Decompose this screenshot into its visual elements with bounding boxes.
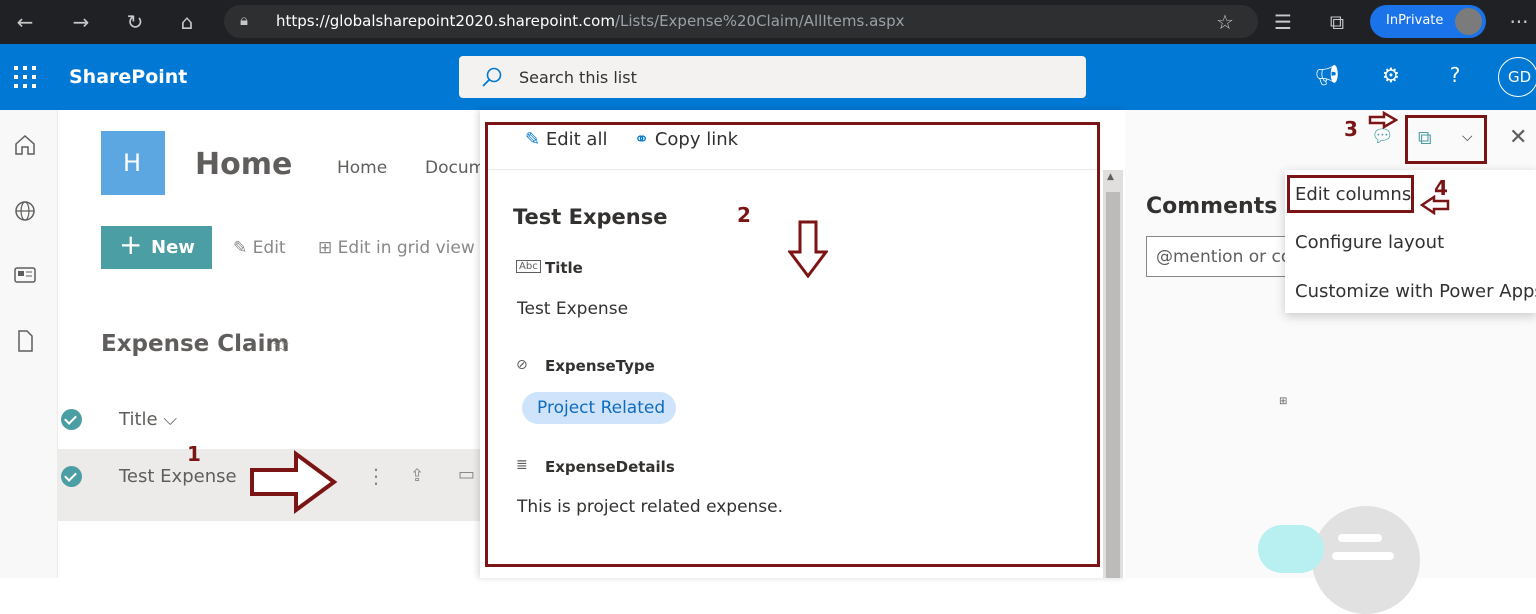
menu-item-configure-layout[interactable]: Configure layout [1295, 232, 1444, 253]
news-icon[interactable] [12, 262, 38, 288]
globe-icon[interactable] [12, 198, 38, 224]
back-icon[interactable]: ← [10, 8, 40, 36]
annotation-arrow-left [1420, 195, 1450, 215]
chevron-down-icon: ⌵ [163, 409, 177, 430]
forward-icon[interactable]: → [66, 8, 96, 36]
url-text: https://globalsharepoint2020.sharepoint.… [276, 12, 905, 30]
star-icon[interactable]: ☆ [272, 333, 290, 357]
address-bar[interactable]: 🔒︎ https://globalsharepoint2020.sharepoi… [224, 5, 1258, 38]
nav-link-documents[interactable]: Docum [425, 158, 485, 178]
annotation-3: 3 [1344, 117, 1358, 141]
annotation-box-2 [485, 122, 1100, 567]
comments-toggle-icon[interactable]: 💬︎ [1371, 126, 1394, 147]
comments-illustration-bubble [1258, 525, 1324, 573]
lock-icon: 🔒︎ [240, 11, 248, 29]
search-placeholder: Search this list [519, 68, 637, 87]
settings-gear-icon[interactable]: ⚙ [1376, 63, 1406, 87]
nav-link-home[interactable]: Home [337, 158, 387, 178]
annotation-box-3 [1405, 115, 1487, 164]
home-icon[interactable] [12, 132, 38, 158]
megaphone-icon[interactable]: 📢︎ [1312, 63, 1342, 87]
inprivate-badge[interactable]: InPrivate [1370, 5, 1486, 38]
comments-title[interactable]: Comments ⌵ [1146, 194, 1302, 219]
illustration-line [1338, 534, 1382, 542]
resize-icon: ⊞ [1279, 396, 1288, 407]
list-title: Expense Claim [101, 331, 290, 357]
document-icon[interactable] [12, 328, 38, 354]
comment-input[interactable]: @mention or co [1146, 236, 1296, 277]
row-title[interactable]: Test Expense [119, 466, 237, 487]
annotation-arrow-right-small [1368, 111, 1398, 129]
refresh-icon[interactable]: ↻ [120, 8, 150, 36]
search-input[interactable]: Search this list [459, 56, 1086, 98]
annotation-1: 1 [187, 442, 201, 466]
help-icon[interactable]: ? [1440, 63, 1470, 87]
left-app-bar [0, 110, 58, 578]
annotation-arrow-down [788, 220, 828, 278]
share-icon[interactable]: ⇪ [410, 466, 424, 486]
close-icon[interactable]: ✕ [1509, 125, 1527, 150]
more-options-icon[interactable]: ⋮ [366, 464, 386, 488]
collections-icon[interactable]: ⧉ [1322, 8, 1352, 36]
plus-icon: + [119, 228, 143, 261]
grid-icon: ⊞ [318, 238, 333, 258]
favorite-add-icon[interactable]: ☆ [1210, 8, 1240, 36]
annotation-box-4 [1287, 175, 1414, 213]
favorites-icon[interactable]: ☰ [1268, 8, 1298, 36]
app-name[interactable]: SharePoint [69, 66, 187, 88]
comment-icon[interactable]: ▭ [458, 464, 475, 485]
scrollbar-thumb[interactable] [1106, 192, 1120, 578]
select-all-checkbox[interactable] [61, 409, 82, 430]
site-title[interactable]: Home [195, 147, 292, 182]
app-launcher-icon[interactable] [14, 66, 36, 88]
row-checkbox[interactable] [61, 466, 82, 487]
pencil-icon: ✎ [233, 238, 248, 258]
search-icon [482, 67, 502, 87]
edit-button[interactable]: ✎ Edit [233, 238, 286, 258]
menu-item-customize-power-apps[interactable]: Customize with Power Apps [1295, 281, 1536, 302]
scroll-up-icon[interactable]: ▲ [1107, 172, 1114, 182]
annotation-2: 2 [737, 203, 751, 227]
comments-illustration [1312, 506, 1420, 614]
illustration-line [1332, 552, 1394, 560]
more-icon[interactable]: ··· [1504, 8, 1534, 36]
user-avatar[interactable]: GD [1498, 57, 1536, 97]
column-header-title[interactable]: Title ⌵ [119, 409, 177, 430]
suite-bar: SharePoint Search this list 📢︎ ⚙ ? GD [0, 44, 1536, 110]
scrollbar[interactable] [1103, 170, 1123, 578]
home-icon[interactable]: ⌂ [172, 8, 202, 36]
annotation-arrow-right [250, 450, 338, 514]
edit-grid-button[interactable]: ⊞ Edit in grid view [318, 238, 475, 258]
new-button[interactable]: + New [101, 226, 212, 269]
profile-avatar [1455, 8, 1482, 35]
browser-toolbar: ← → ↻ ⌂ 🔒︎ https://globalsharepoint2020.… [0, 0, 1536, 44]
site-logo[interactable]: H [101, 131, 165, 195]
